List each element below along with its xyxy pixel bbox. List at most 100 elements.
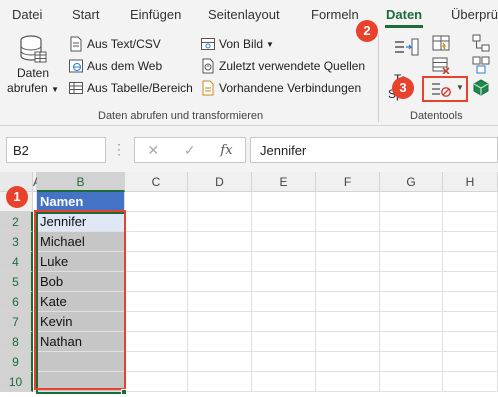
formula-bar-grip[interactable]: ⋮ bbox=[112, 141, 127, 158]
cell-g8[interactable] bbox=[380, 332, 443, 352]
cell-c4[interactable] bbox=[125, 252, 188, 272]
enter-icon[interactable]: ✓ bbox=[184, 142, 196, 159]
row-header-4[interactable]: 4 bbox=[0, 252, 33, 272]
formula-input[interactable]: Jennifer bbox=[250, 137, 498, 163]
cell-h3[interactable] bbox=[443, 232, 498, 252]
from-table-range-button[interactable]: Aus Tabelle/Bereich bbox=[68, 78, 193, 98]
fill-handle[interactable] bbox=[121, 389, 127, 395]
row-header-10[interactable]: 10 bbox=[0, 372, 33, 392]
cell-c2[interactable] bbox=[125, 212, 188, 232]
column-header-d[interactable]: D bbox=[188, 172, 252, 192]
cell-e4[interactable] bbox=[252, 252, 316, 272]
tab-datei[interactable]: Datei bbox=[12, 7, 42, 22]
column-header-h[interactable]: H bbox=[443, 172, 498, 192]
cell-c8[interactable] bbox=[125, 332, 188, 352]
column-header-b[interactable]: B bbox=[37, 172, 125, 192]
cell-c9[interactable] bbox=[125, 352, 188, 372]
from-web-button[interactable]: Aus dem Web bbox=[68, 56, 162, 76]
cell-d1[interactable] bbox=[188, 192, 252, 212]
row-header-7[interactable]: 7 bbox=[0, 312, 33, 332]
cell-d2[interactable] bbox=[188, 212, 252, 232]
cell-h8[interactable] bbox=[443, 332, 498, 352]
flash-fill-icon[interactable] bbox=[432, 34, 450, 52]
cell-e3[interactable] bbox=[252, 232, 316, 252]
cell-h6[interactable] bbox=[443, 292, 498, 312]
cell-e8[interactable] bbox=[252, 332, 316, 352]
cell-e2[interactable] bbox=[252, 212, 316, 232]
cell-c5[interactable] bbox=[125, 272, 188, 292]
cell-g2[interactable] bbox=[380, 212, 443, 232]
cell-h9[interactable] bbox=[443, 352, 498, 372]
cell-h7[interactable] bbox=[443, 312, 498, 332]
cell-g5[interactable] bbox=[380, 272, 443, 292]
cell-g3[interactable] bbox=[380, 232, 443, 252]
row-header-6[interactable]: 6 bbox=[0, 292, 33, 312]
remove-duplicates-icon[interactable] bbox=[432, 56, 450, 74]
cell-d9[interactable] bbox=[188, 352, 252, 372]
data-model-icon[interactable] bbox=[472, 78, 490, 96]
cell-d3[interactable] bbox=[188, 232, 252, 252]
cell-e5[interactable] bbox=[252, 272, 316, 292]
cell-d4[interactable] bbox=[188, 252, 252, 272]
row-header-2[interactable]: 2 bbox=[0, 212, 33, 232]
cell-e10[interactable] bbox=[252, 372, 316, 392]
row-header-8[interactable]: 8 bbox=[0, 332, 33, 352]
row-header-9[interactable]: 9 bbox=[0, 352, 33, 372]
cell-d10[interactable] bbox=[188, 372, 252, 392]
cell-g6[interactable] bbox=[380, 292, 443, 312]
cell-h4[interactable] bbox=[443, 252, 498, 272]
cell-c6[interactable] bbox=[125, 292, 188, 312]
cell-h10[interactable] bbox=[443, 372, 498, 392]
cell-f5[interactable] bbox=[316, 272, 380, 292]
recent-sources-button[interactable]: Zuletzt verwendete Quellen bbox=[200, 56, 365, 76]
cell-d6[interactable] bbox=[188, 292, 252, 312]
cell-e9[interactable] bbox=[252, 352, 316, 372]
column-header-f[interactable]: F bbox=[316, 172, 380, 192]
cell-g10[interactable] bbox=[380, 372, 443, 392]
cell-d5[interactable] bbox=[188, 272, 252, 292]
cell-f7[interactable] bbox=[316, 312, 380, 332]
cell-h1[interactable] bbox=[443, 192, 498, 212]
from-image-button[interactable]: Von Bild ▼ bbox=[200, 34, 274, 54]
worksheet-grid[interactable]: ABCDEFGH1Namen2Jennifer3Michael4Luke5Bob… bbox=[0, 172, 498, 397]
cell-f4[interactable] bbox=[316, 252, 380, 272]
tab-seitenlayout[interactable]: Seitenlayout bbox=[208, 7, 280, 22]
cell-g7[interactable] bbox=[380, 312, 443, 332]
tab-formeln[interactable]: Formeln bbox=[311, 7, 359, 22]
cell-f9[interactable] bbox=[316, 352, 380, 372]
column-header-c[interactable]: C bbox=[125, 172, 188, 192]
cell-c10[interactable] bbox=[125, 372, 188, 392]
tab-ueberpruefen[interactable]: Überprüfen bbox=[451, 7, 498, 22]
get-data-button[interactable]: Daten abrufen ▼ bbox=[6, 34, 60, 102]
cell-e1[interactable] bbox=[252, 192, 316, 212]
cell-g1[interactable] bbox=[380, 192, 443, 212]
from-text-csv-button[interactable]: Aus Text/CSV bbox=[68, 34, 161, 54]
cell-f8[interactable] bbox=[316, 332, 380, 352]
cell-c7[interactable] bbox=[125, 312, 188, 332]
cell-d7[interactable] bbox=[188, 312, 252, 332]
cell-f1[interactable] bbox=[316, 192, 380, 212]
cell-h5[interactable] bbox=[443, 272, 498, 292]
row-header-3[interactable]: 3 bbox=[0, 232, 33, 252]
cell-e7[interactable] bbox=[252, 312, 316, 332]
cell-f10[interactable] bbox=[316, 372, 380, 392]
cell-h2[interactable] bbox=[443, 212, 498, 232]
existing-connections-button[interactable]: Vorhandene Verbindungen bbox=[200, 78, 361, 98]
cell-e6[interactable] bbox=[252, 292, 316, 312]
insert-function-button[interactable]: fx bbox=[220, 143, 232, 158]
cell-d8[interactable] bbox=[188, 332, 252, 352]
tab-start[interactable]: Start bbox=[72, 7, 99, 22]
column-header-g[interactable]: G bbox=[380, 172, 443, 192]
cell-b1-header[interactable]: Namen bbox=[37, 192, 125, 212]
cell-c1[interactable] bbox=[125, 192, 188, 212]
cell-c3[interactable] bbox=[125, 232, 188, 252]
cell-f3[interactable] bbox=[316, 232, 380, 252]
cell-g9[interactable] bbox=[380, 352, 443, 372]
tab-einfuegen[interactable]: Einfügen bbox=[130, 7, 181, 22]
name-box[interactable]: B2 bbox=[6, 137, 106, 163]
cell-g4[interactable] bbox=[380, 252, 443, 272]
cell-f6[interactable] bbox=[316, 292, 380, 312]
relationships-icon[interactable] bbox=[472, 34, 490, 52]
column-header-e[interactable]: E bbox=[252, 172, 316, 192]
row-header-5[interactable]: 5 bbox=[0, 272, 33, 292]
